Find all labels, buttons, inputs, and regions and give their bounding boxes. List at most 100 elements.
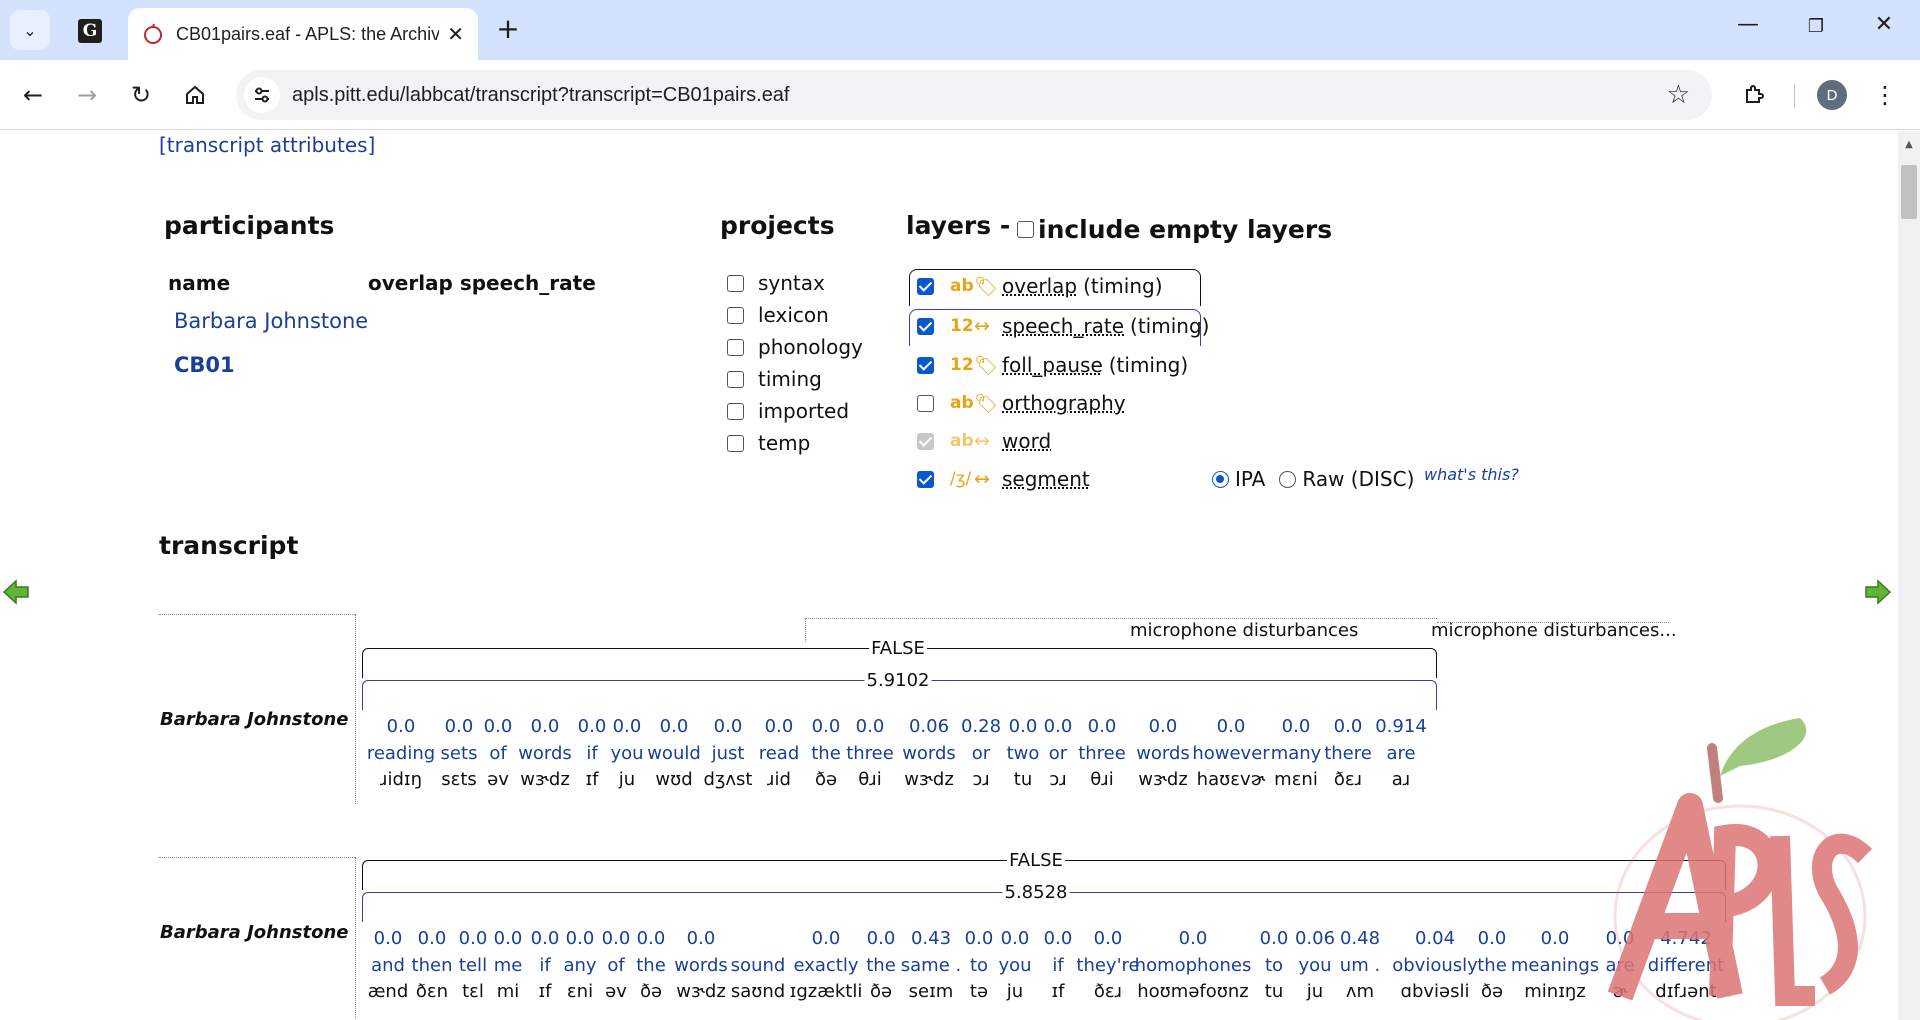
word-orthography[interactable]: three [1078, 743, 1126, 764]
word-orthography[interactable]: you [998, 955, 1031, 976]
layer-name[interactable]: word [1002, 429, 1051, 453]
word-orthography[interactable]: of [489, 743, 506, 764]
word-orthography[interactable]: words [518, 743, 572, 764]
transcript-attributes-link[interactable]: [transcript attributes] [159, 133, 375, 157]
layer-word[interactable]: ab ↔ word [917, 425, 1057, 457]
word-orthography[interactable]: however [1192, 743, 1269, 764]
browser-menu-button[interactable]: ⋮ [1866, 76, 1904, 114]
word-orthography[interactable]: three [846, 743, 894, 764]
word-orthography[interactable]: to [1265, 955, 1283, 976]
word-orthography[interactable]: if [1052, 955, 1063, 976]
layer-name[interactable]: foll_pause [1002, 353, 1103, 377]
participant-link-barbara[interactable]: Barbara Johnstone [174, 309, 368, 333]
word-orthography[interactable]: words [1136, 743, 1190, 764]
word-orthography[interactable]: sound [731, 955, 786, 976]
word-orthography[interactable]: exactly [793, 955, 858, 976]
word-orthography[interactable]: homophones [1135, 955, 1252, 976]
restore-button[interactable]: ❐ [1796, 16, 1836, 37]
project-checkbox[interactable] [727, 338, 744, 356]
project-checkbox[interactable] [727, 434, 744, 452]
word-orthography[interactable]: you [1298, 955, 1331, 976]
project-imported[interactable]: imported [727, 399, 849, 423]
word-orthography[interactable]: any [563, 955, 596, 976]
scroll-up-icon[interactable]: ▲ [1898, 133, 1920, 155]
project-phonology[interactable]: phonology [727, 335, 863, 359]
layer-checkbox[interactable] [917, 356, 934, 374]
project-checkbox[interactable] [727, 370, 744, 388]
bookmark-star-icon[interactable]: ☆ [1667, 80, 1690, 110]
word-orthography[interactable]: are [1386, 743, 1415, 764]
word-orthography[interactable]: same . [901, 955, 961, 976]
scroll-thumb[interactable] [1901, 165, 1917, 219]
word-orthography[interactable]: if [539, 955, 550, 976]
next-page-arrow-icon[interactable] [1864, 578, 1892, 606]
speaker-label[interactable]: Barbara Johnstone [160, 709, 348, 730]
url-text[interactable]: apls.pitt.edu/labbcat/transcript?transcr… [292, 84, 1667, 107]
layer-overlap[interactable]: ab 🏷 overlap (timing) [917, 270, 1163, 302]
new-tab-button[interactable]: + [492, 14, 524, 46]
word-orthography[interactable]: words [674, 955, 728, 976]
pinned-tab[interactable]: G [68, 12, 112, 50]
word-orthography[interactable]: sets [441, 743, 478, 764]
word-orthography[interactable]: then [412, 955, 453, 976]
word-orthography[interactable]: just [712, 743, 745, 764]
ipa-radio[interactable] [1212, 470, 1229, 488]
word-orthography[interactable]: um . [1340, 955, 1380, 976]
include-empty-layers[interactable]: include empty layers [1017, 215, 1332, 244]
address-bar[interactable]: apls.pitt.edu/labbcat/transcript?transcr… [236, 70, 1712, 120]
forward-button[interactable]: → [68, 76, 106, 114]
word-orthography[interactable]: you [610, 743, 643, 764]
word-orthography[interactable]: words [902, 743, 956, 764]
layer-checkbox[interactable] [917, 317, 934, 335]
word-orthography[interactable]: the [811, 743, 841, 764]
page-scrollbar[interactable]: ▲ [1898, 131, 1920, 1020]
project-checkbox[interactable] [727, 274, 744, 292]
tab-search-button[interactable]: ⌄ [10, 10, 50, 50]
whats-this-link[interactable]: what's this? [1424, 465, 1519, 484]
layer-checkbox[interactable] [917, 470, 934, 488]
word-orthography[interactable]: they're [1076, 955, 1139, 976]
word-orthography[interactable]: me [494, 955, 523, 976]
word-orthography[interactable]: many [1271, 743, 1322, 764]
project-timing[interactable]: timing [727, 367, 822, 391]
word-orthography[interactable]: and [371, 955, 405, 976]
layer-name[interactable]: orthography [1002, 391, 1126, 415]
word-orthography[interactable]: reading [367, 743, 435, 764]
raw-disc-radio[interactable] [1279, 470, 1297, 488]
layer-segment[interactable]: /ʒ/ ↔ segment [917, 463, 1096, 495]
project-temp[interactable]: temp [727, 431, 810, 455]
word-orthography[interactable]: there [1324, 743, 1372, 764]
layer-name[interactable]: segment [1002, 467, 1090, 491]
word-orthography[interactable]: obviously [1392, 955, 1478, 976]
layer-checkbox[interactable] [917, 394, 934, 412]
layer-name[interactable]: overlap [1002, 274, 1077, 298]
project-lexicon[interactable]: lexicon [727, 303, 829, 327]
word-orthography[interactable]: if [586, 743, 597, 764]
layer-checkbox[interactable] [917, 277, 934, 295]
word-orthography[interactable]: of [607, 955, 624, 976]
minimize-button[interactable]: — [1728, 12, 1768, 37]
project-checkbox[interactable] [727, 402, 744, 420]
project-checkbox[interactable] [727, 306, 744, 324]
word-orthography[interactable]: or [972, 743, 990, 764]
noise-annotation[interactable]: microphone disturbances... [1431, 620, 1677, 641]
layer-name[interactable]: speech_rate [1002, 314, 1124, 338]
extensions-button[interactable] [1735, 76, 1773, 114]
profile-avatar[interactable]: D [1817, 80, 1847, 110]
participant-link-cb01[interactable]: CB01 [174, 353, 235, 377]
home-button[interactable] [176, 76, 214, 114]
word-orthography[interactable]: read [759, 743, 800, 764]
word-orthography[interactable]: would [647, 743, 701, 764]
active-tab[interactable]: CB01pairs.eaf - APLS: the Archiv ✕ [128, 8, 478, 60]
word-orthography[interactable]: the [636, 955, 666, 976]
noise-annotation[interactable]: microphone disturbances [1130, 620, 1358, 641]
speaker-label[interactable]: Barbara Johnstone [160, 922, 348, 943]
previous-page-arrow-icon[interactable] [2, 578, 30, 606]
back-button[interactable]: ← [14, 76, 52, 114]
word-orthography[interactable]: tell [459, 955, 487, 976]
reload-button[interactable]: ↻ [122, 76, 160, 114]
layer-foll-pause[interactable]: 12 🏷 foll_pause (timing) [917, 349, 1188, 381]
project-syntax[interactable]: syntax [727, 271, 825, 295]
layer-orthography[interactable]: ab 🏷 orthography [917, 387, 1132, 419]
word-orthography[interactable]: the [1477, 955, 1507, 976]
